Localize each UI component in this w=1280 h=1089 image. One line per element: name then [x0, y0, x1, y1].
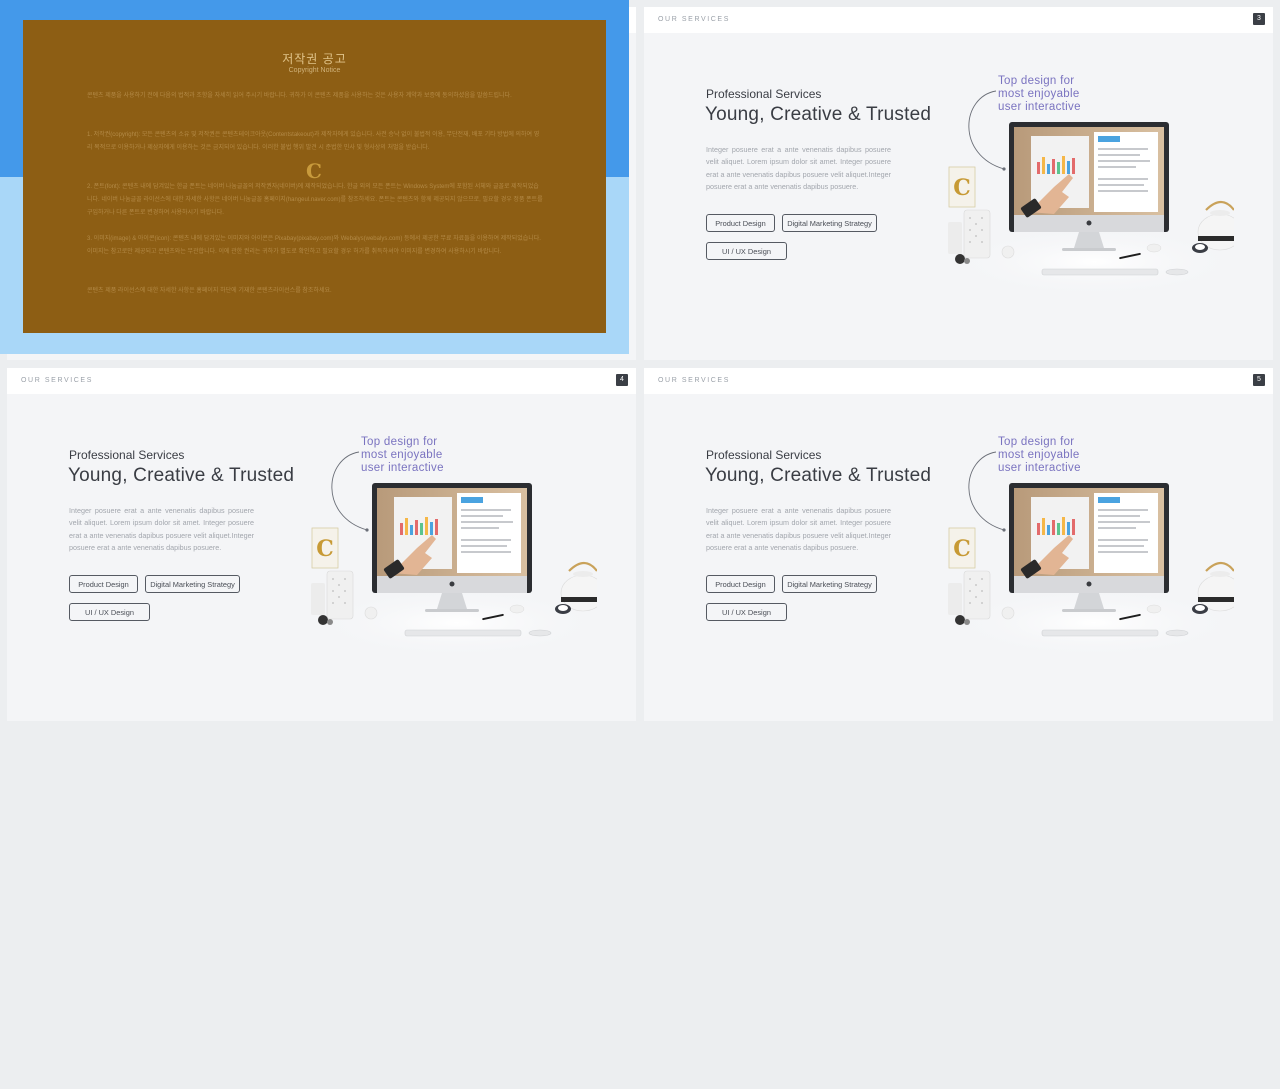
desk-workspace-illustration: C [307, 483, 597, 659]
copyright-subtitle: Copyright Notice [288, 67, 341, 74]
slide-subtitle: Professional Services [706, 448, 822, 462]
section-label: OUR SERVICES [21, 377, 93, 384]
tag-digital-marketing[interactable]: Digital Marketing Strategy [782, 214, 877, 232]
section-label: OUR SERVICES [658, 377, 730, 384]
tag-digital-marketing[interactable]: Digital Marketing Strategy [782, 575, 877, 593]
svg-text:C: C [953, 175, 971, 201]
slide-headline: Young, Creative & Trusted [705, 104, 932, 125]
slide-5: OUR SERVICES 5 Professional Services You… [644, 368, 1273, 721]
slide-body-text: Integer posuere erat a ante venenatis da… [706, 145, 891, 192]
copyright-title: 저작권 공고 [282, 52, 347, 66]
copyright-panel: 저작권 공고 Copyright Notice 콘텐츠 제품을 사용하기 전에 … [23, 20, 606, 333]
slide-header-bar: OUR SERVICES 5 [644, 368, 1273, 394]
tag-ui-ux-design[interactable]: UI / UX Design [706, 603, 787, 621]
tag-digital-marketing[interactable]: Digital Marketing Strategy [145, 575, 240, 593]
slide-headline: Young, Creative & Trusted [705, 465, 932, 486]
svg-text:C: C [316, 536, 334, 562]
tag-ui-ux-design[interactable]: UI / UX Design [706, 242, 787, 260]
slide-subtitle: Professional Services [69, 448, 185, 462]
contents-logo-icon: C [306, 159, 322, 183]
page-number: 5 [1253, 374, 1265, 386]
svg-text:C: C [953, 536, 971, 562]
tag-product-design[interactable]: Product Design [706, 214, 775, 232]
slide-body-text: Integer posuere erat a ante venenatis da… [706, 506, 891, 553]
slide-header-bar: OUR SERVICES 4 [7, 368, 636, 394]
copyright-paragraph: 1. 저작권(copyright): 모든 콘텐츠의 소유 및 저작권은 콘텐츠… [87, 132, 540, 151]
slide-subtitle: Professional Services [706, 87, 822, 101]
desk-workspace-illustration: C [944, 483, 1234, 659]
desk-workspace-illustration: C [944, 122, 1234, 298]
slide-body-text: Integer posuere erat a ante venenatis da… [69, 506, 254, 553]
copyright-paragraph: 3. 이미지(image) & 아이콘(icon): 콘텐츠 내에 담겨있는 이… [87, 236, 541, 255]
slide-4: OUR SERVICES 4 Professional Services You… [7, 368, 636, 721]
copyright-slide: 저작권 공고 Copyright Notice 콘텐츠 제품을 사용하기 전에 … [0, 0, 629, 354]
slide-headline: Young, Creative & Trusted [68, 465, 295, 486]
copyright-paragraph: 콘텐츠 제품 라이선스에 대한 자세한 사항은 홈페이지 하단에 기재한 콘텐츠… [87, 288, 332, 294]
tag-product-design[interactable]: Product Design [706, 575, 775, 593]
copyright-paragraph: 콘텐츠 제품을 사용하기 전에 다음의 법적과 조항을 자세히 읽어 주시기 바… [87, 93, 512, 99]
slide-header-bar: OUR SERVICES 3 [644, 7, 1273, 33]
page-number: 4 [616, 374, 628, 386]
tag-product-design[interactable]: Product Design [69, 575, 138, 593]
page-number: 3 [1253, 13, 1265, 25]
tag-ui-ux-design[interactable]: UI / UX Design [69, 603, 150, 621]
slide-3: OUR SERVICES 3 Professional Services You… [644, 7, 1273, 360]
section-label: OUR SERVICES [658, 16, 730, 23]
